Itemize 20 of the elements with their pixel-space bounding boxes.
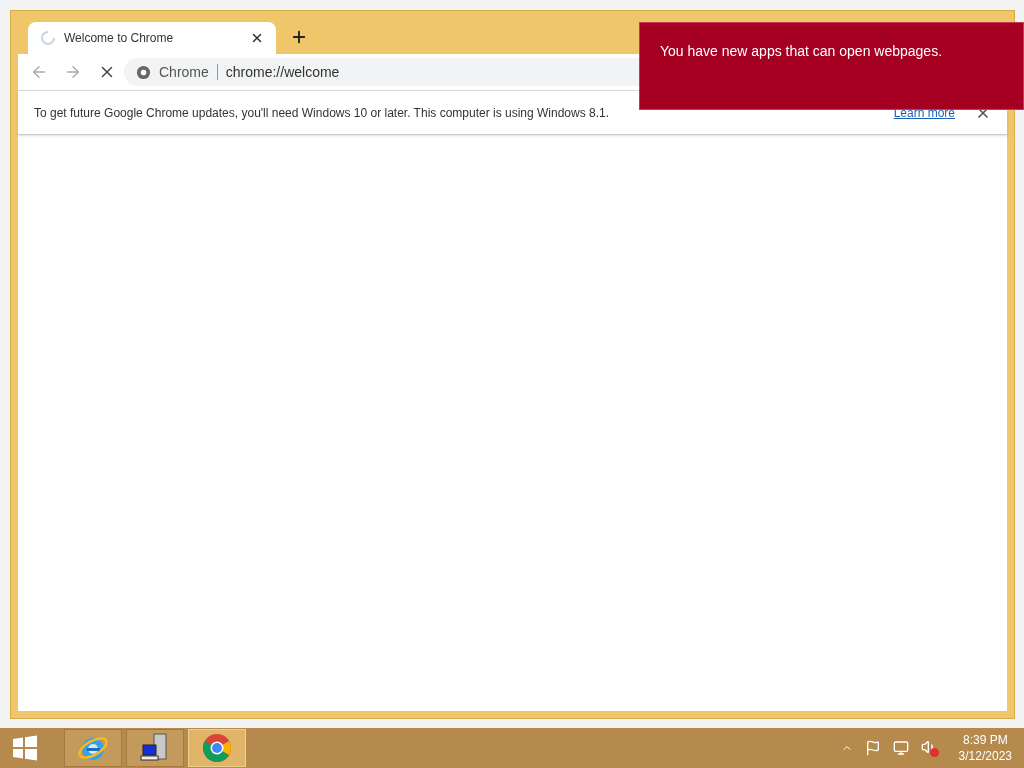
toast-message: You have new apps that can open webpages. — [660, 43, 943, 59]
chrome-logo-icon — [202, 733, 232, 763]
url-text: chrome://welcome — [225, 62, 340, 82]
back-icon[interactable] — [30, 63, 48, 81]
loading-spinner-icon — [40, 30, 56, 46]
chrome-logo-icon — [136, 64, 151, 80]
taskbar-app[interactable] — [64, 729, 122, 767]
speaker-muted-icon[interactable] — [920, 739, 939, 757]
close-icon[interactable] — [250, 31, 264, 45]
start-windows-icon[interactable] — [12, 735, 38, 761]
taskbar-app[interactable] — [126, 729, 184, 767]
tab-title: Welcome to Chrome — [64, 30, 175, 47]
notification-toast[interactable]: You have new apps that can open webpages. — [639, 22, 1024, 110]
browser-tab[interactable]: Welcome to Chrome — [28, 22, 276, 54]
new-tab-icon[interactable] — [290, 28, 308, 46]
flag-icon[interactable] — [864, 740, 881, 756]
infobar-message: To get future Google Chrome updates, you'll need Windows 10 or later. This computer is using Windows 8.1. — [34, 104, 611, 122]
forward-icon[interactable] — [64, 63, 82, 81]
site-label: Chrome — [159, 62, 209, 82]
network-icon[interactable] — [892, 740, 909, 756]
